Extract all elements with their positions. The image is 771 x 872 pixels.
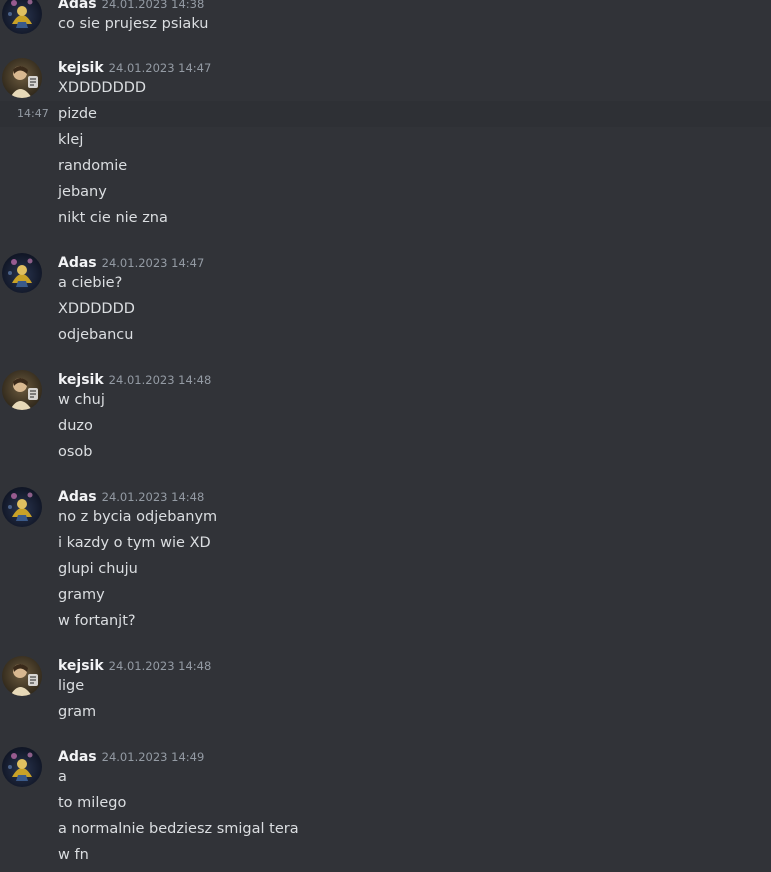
message-line[interactable]: co sie prujesz psiaku [0, 13, 771, 39]
message-header: kejsik 24.01.2023 14:47 [58, 57, 211, 77]
message-text: pizde [58, 106, 97, 122]
message-text: klej [58, 132, 84, 148]
message-line[interactable]: nikt cie nie zna [0, 207, 771, 233]
message-line[interactable]: w fn [0, 844, 771, 870]
message-text: a ciebie? [58, 275, 123, 291]
author-name[interactable]: Adas [58, 489, 97, 505]
message-text: co sie prujesz psiaku [58, 16, 209, 32]
message-line[interactable]: XDDDDDD [0, 298, 771, 324]
message-line[interactable]: jebany [0, 181, 771, 207]
author-name[interactable]: kejsik [58, 658, 104, 674]
message-text: randomie [58, 158, 128, 174]
message-line[interactable]: gram [0, 701, 771, 727]
message-line[interactable]: glupi chuju [0, 558, 771, 584]
message-timestamp: 24.01.2023 14:49 [101, 750, 205, 764]
author-name[interactable]: Adas [58, 0, 97, 12]
message-line[interactable]: gramy [0, 584, 771, 610]
message-timestamp: 24.01.2023 14:38 [101, 0, 205, 11]
message-text: duzo [58, 418, 93, 434]
message-line[interactable]: lige [0, 675, 771, 701]
message-text: i kazdy o tym wie XD [58, 535, 211, 551]
message-timestamp: 24.01.2023 14:47 [108, 61, 212, 75]
message-text: osob [58, 444, 93, 460]
message-line[interactable]: 14:47 pizde [0, 101, 771, 127]
message-line[interactable]: XDDDDDDD [0, 77, 771, 103]
message-text: lige [58, 678, 85, 694]
message-line[interactable]: osob [0, 441, 771, 467]
message-header: Adas 24.01.2023 14:48 [58, 486, 204, 506]
message-header: kejsik 24.01.2023 14:48 [58, 655, 211, 675]
message-text: w chuj [58, 392, 105, 408]
message-text: XDDDDDD [58, 301, 135, 317]
message-text: to milego [58, 795, 127, 811]
message-line[interactable]: klej [0, 129, 771, 155]
message-text: gramy [58, 587, 105, 603]
message-text: a normalnie bedziesz smigal tera [58, 821, 299, 837]
author-name[interactable]: kejsik [58, 372, 104, 388]
message-line[interactable]: w chuj [0, 389, 771, 415]
message-text: a [58, 769, 67, 785]
message-line[interactable]: odjebancu [0, 324, 771, 350]
message-line[interactable]: a ciebie? [0, 272, 771, 298]
message-line[interactable]: to milego [0, 792, 771, 818]
message-line[interactable]: i kazdy o tym wie XD [0, 532, 771, 558]
message-line[interactable]: a normalnie bedziesz smigal tera [0, 818, 771, 844]
message-header: Adas 24.01.2023 14:47 [58, 252, 204, 272]
message-text: nikt cie nie zna [58, 210, 168, 226]
message-line[interactable]: randomie [0, 155, 771, 181]
message-line[interactable]: w fortanjt? [0, 610, 771, 636]
message-timestamp: 24.01.2023 14:48 [108, 659, 212, 673]
message-timestamp: 24.01.2023 14:47 [101, 256, 205, 270]
message-text: XDDDDDDD [58, 80, 147, 96]
message-header: Adas 24.01.2023 14:49 [58, 746, 204, 766]
message-text: w fn [58, 847, 89, 863]
message-line[interactable]: no z bycia odjebanym [0, 506, 771, 532]
author-name[interactable]: kejsik [58, 60, 104, 76]
message-text: jebany [58, 184, 107, 200]
message-timestamp: 24.01.2023 14:48 [108, 373, 212, 387]
message-text: gram [58, 704, 97, 720]
author-name[interactable]: Adas [58, 255, 97, 271]
author-name[interactable]: Adas [58, 749, 97, 765]
message-header: kejsik 24.01.2023 14:48 [58, 369, 211, 389]
hover-timestamp: 14:47 [17, 107, 49, 120]
message-line[interactable]: duzo [0, 415, 771, 441]
message-line[interactable]: a [0, 766, 771, 792]
chat-message-list: Adas 24.01.2023 14:38 co sie prujesz psiak… [0, 0, 771, 872]
message-header: Adas 24.01.2023 14:38 [58, 0, 204, 13]
message-text: no z bycia odjebanym [58, 509, 218, 525]
message-timestamp: 24.01.2023 14:48 [101, 490, 205, 504]
message-text: odjebancu [58, 327, 134, 343]
message-text: w fortanjt? [58, 613, 136, 629]
message-text: glupi chuju [58, 561, 138, 577]
